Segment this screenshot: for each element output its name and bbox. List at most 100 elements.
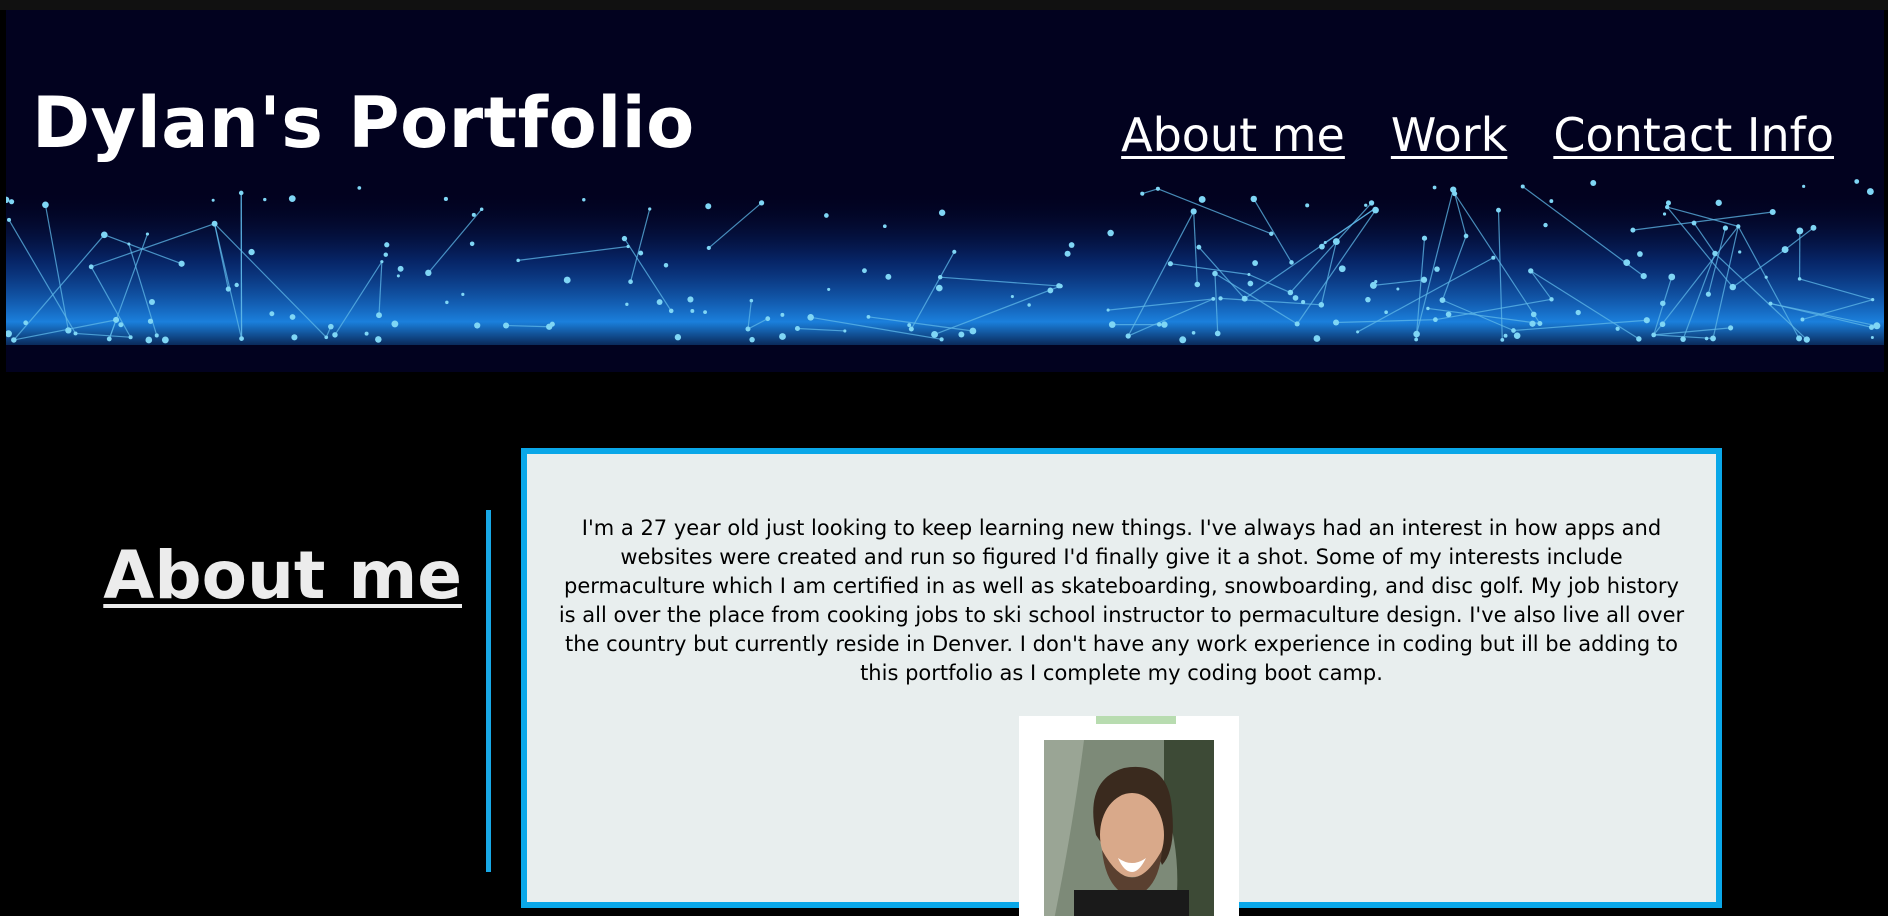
network-node bbox=[328, 324, 334, 330]
site-header: Dylan's Portfolio About me Work Contact … bbox=[6, 10, 1884, 372]
network-node bbox=[1641, 273, 1647, 279]
network-node bbox=[375, 336, 382, 343]
network-node bbox=[759, 200, 764, 205]
network-node bbox=[1796, 227, 1803, 234]
network-node bbox=[749, 337, 754, 342]
network-node bbox=[669, 309, 674, 314]
network-banner-graphic bbox=[6, 10, 1884, 372]
network-node bbox=[1716, 200, 1722, 206]
network-node bbox=[1356, 330, 1359, 333]
network-node bbox=[1528, 268, 1533, 273]
network-node bbox=[862, 268, 867, 273]
network-node bbox=[1871, 298, 1874, 301]
network-node bbox=[779, 333, 786, 340]
network-node bbox=[1537, 321, 1542, 326]
network-node bbox=[664, 263, 668, 267]
network-node bbox=[1867, 188, 1874, 195]
network-node bbox=[11, 337, 17, 343]
network-node bbox=[397, 274, 400, 277]
network-node bbox=[750, 299, 754, 303]
network-node bbox=[1529, 321, 1535, 327]
nav-link-about-me[interactable]: About me bbox=[1121, 110, 1345, 161]
network-node bbox=[625, 303, 628, 306]
network-node bbox=[1668, 274, 1675, 281]
network-node bbox=[1769, 302, 1773, 306]
network-node bbox=[1426, 307, 1429, 310]
network-node bbox=[1107, 309, 1110, 312]
network-node bbox=[1644, 317, 1650, 323]
network-node bbox=[1549, 199, 1553, 203]
network-node bbox=[472, 213, 476, 217]
network-node bbox=[867, 315, 871, 319]
about-bio-text: I'm a 27 year old just looking to keep l… bbox=[557, 514, 1686, 688]
network-node bbox=[1630, 228, 1635, 233]
network-node bbox=[1637, 251, 1643, 257]
network-node bbox=[1157, 322, 1161, 326]
network-node bbox=[1333, 238, 1340, 245]
main-nav: About me Work Contact Info bbox=[1121, 110, 1834, 161]
network-node bbox=[1531, 312, 1537, 318]
network-node bbox=[1616, 327, 1620, 331]
network-node bbox=[1446, 312, 1452, 318]
network-node bbox=[1514, 332, 1521, 339]
network-node bbox=[648, 207, 651, 210]
network-node bbox=[1433, 317, 1438, 322]
network-node bbox=[827, 288, 830, 291]
profile-photo-frame bbox=[1019, 716, 1239, 916]
network-node bbox=[1738, 250, 1741, 253]
network-node bbox=[1712, 251, 1717, 256]
network-node bbox=[1109, 321, 1116, 328]
network-node bbox=[1500, 338, 1504, 342]
network-node bbox=[149, 299, 155, 305]
network-node bbox=[628, 279, 633, 284]
nav-link-contact-info[interactable]: Contact Info bbox=[1553, 110, 1834, 161]
network-node bbox=[1811, 225, 1817, 231]
network-node bbox=[564, 277, 571, 284]
network-node bbox=[113, 317, 119, 323]
network-node bbox=[1373, 207, 1376, 210]
network-node bbox=[1069, 242, 1075, 248]
network-node bbox=[127, 243, 130, 246]
network-node bbox=[1869, 325, 1874, 330]
network-node bbox=[1450, 186, 1456, 192]
network-node bbox=[931, 331, 938, 338]
network-node bbox=[1191, 208, 1197, 214]
network-node bbox=[1680, 336, 1686, 342]
network-node bbox=[376, 312, 382, 318]
nav-link-work[interactable]: Work bbox=[1391, 110, 1507, 161]
network-node bbox=[516, 259, 520, 263]
network-node bbox=[290, 314, 296, 320]
network-node bbox=[239, 336, 244, 341]
network-node bbox=[212, 221, 218, 227]
network-node bbox=[269, 311, 274, 316]
network-node bbox=[1333, 319, 1339, 325]
window-top-strip bbox=[0, 0, 1888, 10]
network-node bbox=[1433, 186, 1437, 190]
site-title: Dylan's Portfolio bbox=[32, 88, 695, 158]
network-node bbox=[1710, 336, 1716, 342]
network-node bbox=[1301, 300, 1305, 304]
network-node bbox=[324, 335, 328, 339]
network-node bbox=[384, 252, 388, 256]
network-node bbox=[263, 198, 266, 201]
network-node bbox=[1212, 271, 1218, 277]
network-node bbox=[162, 336, 169, 343]
network-node bbox=[1464, 234, 1469, 239]
network-node bbox=[1590, 180, 1596, 186]
network-node bbox=[1414, 338, 1418, 342]
network-node bbox=[638, 251, 643, 256]
network-node bbox=[745, 327, 750, 332]
network-node bbox=[952, 250, 956, 254]
network-node bbox=[780, 313, 784, 317]
network-node bbox=[7, 218, 11, 222]
network-node bbox=[1491, 256, 1495, 260]
network-node bbox=[155, 333, 159, 337]
network-node bbox=[461, 293, 464, 296]
network-node bbox=[675, 334, 681, 340]
network-node bbox=[1660, 301, 1666, 307]
network-node bbox=[1140, 192, 1144, 196]
network-node bbox=[958, 331, 964, 337]
network-node bbox=[582, 198, 585, 201]
network-node bbox=[234, 283, 238, 287]
network-node bbox=[795, 326, 800, 331]
